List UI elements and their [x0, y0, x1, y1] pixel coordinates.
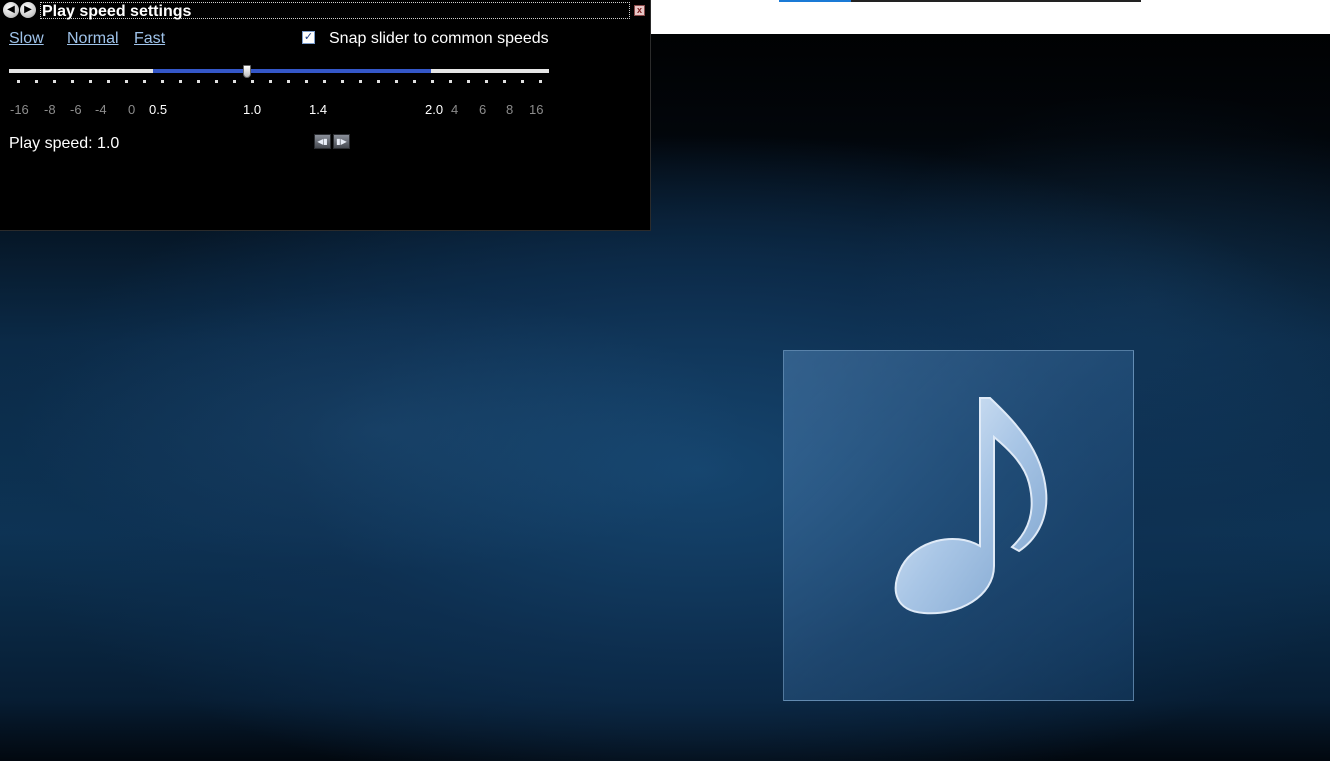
slider-tick: [35, 80, 38, 83]
seek-progress[interactable]: [779, 0, 851, 2]
slider-tick: [431, 80, 434, 83]
preset-fast-link[interactable]: Fast: [134, 30, 165, 48]
top-strip: [651, 0, 1330, 34]
slider-tick: [17, 80, 20, 83]
slider-tick: [287, 80, 290, 83]
slider-tick: [467, 80, 470, 83]
snap-checkbox[interactable]: ✓: [302, 31, 315, 44]
slider-tick: [71, 80, 74, 83]
tick-label: 2.0: [425, 102, 444, 117]
slider-tick: [179, 80, 182, 83]
slider-tick: [503, 80, 506, 83]
tick-label: 4: [451, 102, 459, 117]
slider-tick: [89, 80, 92, 83]
tick-label: 8: [506, 102, 514, 117]
slider-tick: [485, 80, 488, 83]
slider-tick: [215, 80, 218, 83]
tick-label: 0: [128, 102, 136, 117]
slider-tick: [269, 80, 272, 83]
slider-tick: [107, 80, 110, 83]
speed-slider-normal-range: [153, 69, 431, 73]
slider-tick: [197, 80, 200, 83]
back-arrow-icon[interactable]: ◀: [3, 2, 19, 18]
slider-tick: [413, 80, 416, 83]
slider-tick: [521, 80, 524, 83]
tick-label: 0.5: [149, 102, 168, 117]
step-slower-icon[interactable]: ◀▮: [314, 134, 331, 149]
slider-tick: [341, 80, 344, 83]
tick-label: 16: [529, 102, 544, 117]
slider-tick: [53, 80, 56, 83]
tick-label: 6: [479, 102, 487, 117]
tick-label: -6: [70, 102, 82, 117]
slider-tick: [377, 80, 380, 83]
album-art: [783, 350, 1134, 701]
slider-tick: [305, 80, 308, 83]
slider-tick: [539, 80, 542, 83]
close-icon[interactable]: x: [634, 5, 645, 16]
slider-tick: [143, 80, 146, 83]
slider-tick: [395, 80, 398, 83]
preset-slow-link[interactable]: Slow: [9, 30, 44, 48]
play-speed-panel: ◀ ▶ Play speed settings x Slow Normal Fa…: [0, 0, 651, 231]
tick-label: -8: [44, 102, 56, 117]
step-faster-icon[interactable]: ▮▶: [333, 134, 350, 149]
slider-tick: [161, 80, 164, 83]
slider-tick: [233, 80, 236, 83]
tick-label: -4: [95, 102, 107, 117]
tick-label: 1.4: [309, 102, 328, 117]
speed-slider-thumb[interactable]: [243, 65, 251, 78]
slider-tick: [125, 80, 128, 83]
slider-tick: [449, 80, 452, 83]
panel-title: Play speed settings: [40, 2, 630, 20]
preset-normal-link[interactable]: Normal: [67, 30, 119, 48]
slider-tick: [359, 80, 362, 83]
slider-tick: [251, 80, 254, 83]
forward-arrow-icon[interactable]: ▶: [20, 2, 36, 18]
snap-checkbox-label[interactable]: Snap slider to common speeds: [329, 30, 549, 48]
tick-label: -16: [10, 102, 29, 117]
music-note-icon: [894, 397, 1048, 615]
slider-tick: [323, 80, 326, 83]
play-speed-status: Play speed: 1.0: [9, 135, 120, 152]
seek-bar[interactable]: [851, 0, 1141, 2]
tick-label: 1.0: [243, 102, 262, 117]
